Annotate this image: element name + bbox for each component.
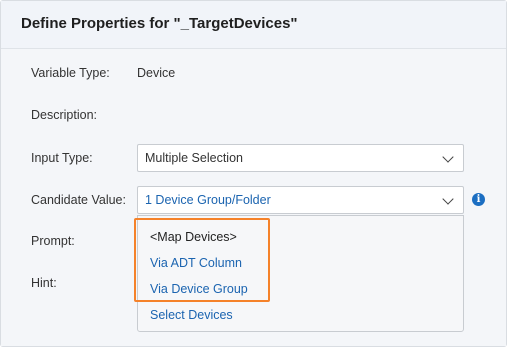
- input-type-label: Input Type:: [31, 151, 93, 165]
- dropdown-item-via-adt-column[interactable]: Via ADT Column: [150, 256, 242, 270]
- prompt-label: Prompt:: [31, 234, 75, 248]
- candidate-value-dropdown: <Map Devices> Via ADT Column Via Device …: [137, 215, 464, 332]
- dropdown-item-map-devices[interactable]: <Map Devices>: [150, 230, 237, 244]
- chevron-down-icon: [442, 151, 454, 163]
- variable-type-label: Variable Type:: [31, 66, 110, 80]
- variable-type-value: Device: [137, 66, 176, 80]
- candidate-value-selected-value: 1 Device Group/Folder: [145, 193, 271, 207]
- candidate-value-label: Candidate Value:: [31, 193, 126, 207]
- candidate-value-select[interactable]: 1 Device Group/Folder: [137, 186, 464, 214]
- input-type-select[interactable]: Multiple Selection: [137, 144, 464, 172]
- dropdown-item-select-devices[interactable]: Select Devices: [150, 308, 233, 322]
- description-label: Description:: [31, 108, 97, 122]
- input-type-selected-value: Multiple Selection: [145, 151, 243, 165]
- dropdown-item-via-device-group[interactable]: Via Device Group: [150, 282, 248, 296]
- info-icon[interactable]: i: [472, 193, 485, 206]
- hint-label: Hint:: [31, 276, 57, 290]
- chevron-down-icon: [442, 193, 454, 205]
- panel-header: Define Properties for "_TargetDevices": [1, 1, 506, 49]
- page-title: Define Properties for "_TargetDevices": [21, 15, 298, 32]
